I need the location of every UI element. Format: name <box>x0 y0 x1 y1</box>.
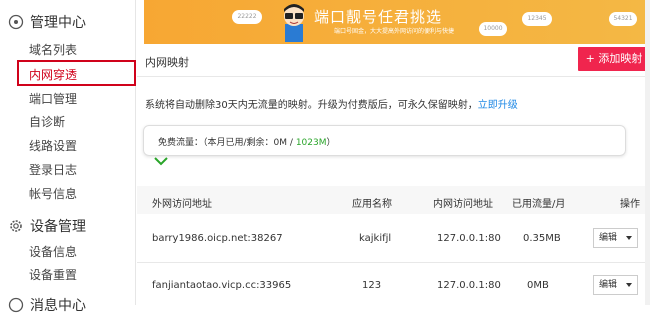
add-mapping-button[interactable]: + 添加映射 <box>578 47 650 71</box>
notice-message: 系统将自动删除30天内无流量的映射。升级为付费版后，可永久保留映射， <box>145 100 478 111</box>
section-title: 管理中心 <box>30 15 86 31</box>
upgrade-link[interactable]: 立即升级 <box>478 100 518 111</box>
scrollbar[interactable] <box>645 0 650 305</box>
divider <box>137 76 650 77</box>
banner-cloud: 12345 <box>522 12 552 26</box>
sidebar-item-account-info[interactable]: 帐号信息 <box>29 185 77 202</box>
section-title: 消息中心 <box>30 298 86 314</box>
cell-traffic: 0MB <box>527 280 549 291</box>
header-traffic: 已用流量/月 <box>512 199 566 210</box>
banner-cloud: 22222 <box>232 10 262 24</box>
main-content: 22222 12345 10000 54321 端口靓号任君挑选 端口号固金，大… <box>137 0 650 305</box>
home-icon <box>8 14 24 30</box>
flow-remaining: 1023M <box>295 138 327 148</box>
sidebar-item-self-diagnosis[interactable]: 自诊断 <box>29 113 65 130</box>
section-title: 设备管理 <box>30 219 86 235</box>
header-internal: 内网访问地址 <box>433 199 493 210</box>
sidebar-item-intranet[interactable]: 内网穿透 <box>29 66 77 83</box>
action-select[interactable]: 编辑 <box>593 228 638 248</box>
mascot-icon <box>284 4 304 42</box>
sidebar-item-port-management[interactable]: 端口管理 <box>29 90 77 107</box>
section-management[interactable]: 管理中心 <box>8 12 86 32</box>
cell-app: 123 <box>362 280 382 291</box>
sidebar-item-line-settings[interactable]: 线路设置 <box>29 137 77 154</box>
banner-subtitle: 端口号固金，大大提高外网访问的便利与快捷 <box>334 28 455 35</box>
sidebar: 管理中心 域名列表 内网穿透 端口管理 自诊断 线路设置 登录日志 帐号信息 设… <box>0 0 136 314</box>
header-external: 外网访问地址 <box>152 199 212 210</box>
action-select[interactable]: 编辑 <box>593 275 638 295</box>
sidebar-item-device-info[interactable]: 设备信息 <box>29 243 77 260</box>
action-select-value: 编辑 <box>599 233 618 243</box>
table-header: 外网访问地址 应用名称 内网访问地址 已用流量/月 操作 <box>137 186 650 214</box>
flow-end: ） <box>326 138 336 148</box>
banner-cloud: 10000 <box>479 22 507 36</box>
notice-text: 系统将自动删除30天内无流量的映射。升级为付费版后，可永久保留映射，立即升级 <box>145 96 518 111</box>
cell-external: fanjiantaotao.vicp.cc:33965 <box>152 280 292 291</box>
sidebar-item-device-reset[interactable]: 设备重置 <box>29 266 77 283</box>
dropdown-arrow-icon <box>626 236 632 240</box>
flow-separator: / <box>287 138 296 148</box>
flow-label: 免费流量：（本月已用/剩余： <box>158 138 274 148</box>
section-device[interactable]: 设备管理 <box>8 216 86 236</box>
sidebar-item-domain-list[interactable]: 域名列表 <box>29 41 77 58</box>
action-select-value: 编辑 <box>599 280 618 290</box>
gear-icon <box>10 220 22 232</box>
cell-app: kajkifjl <box>359 233 392 244</box>
promo-banner[interactable]: 22222 12345 10000 54321 端口靓号任君挑选 端口号固金，大… <box>144 0 647 44</box>
message-icon <box>8 297 24 313</box>
chevron-down-icon[interactable] <box>154 157 168 166</box>
banner-title: 端口靓号任君挑选 <box>314 8 443 26</box>
flow-text: 免费流量：（本月已用/剩余：0M / 1023M） <box>158 135 336 148</box>
section-message[interactable]: 消息中心 <box>8 295 86 315</box>
row-divider <box>137 262 650 263</box>
page-title: 内网映射 <box>145 56 189 69</box>
flow-box: 免费流量：（本月已用/剩余：0M / 1023M） <box>143 125 626 156</box>
sidebar-item-login-log[interactable]: 登录日志 <box>29 161 77 178</box>
header-app: 应用名称 <box>352 199 392 210</box>
flow-used: 0M <box>273 138 288 148</box>
cell-external: barry1986.oicp.net:38267 <box>152 233 283 244</box>
header-action: 操作 <box>620 199 640 210</box>
cell-internal: 127.0.0.1:80 <box>437 280 501 291</box>
banner-cloud: 54321 <box>609 12 637 26</box>
cell-internal: 127.0.0.1:80 <box>437 233 501 244</box>
cell-traffic: 0.35MB <box>523 233 561 244</box>
dropdown-arrow-icon <box>626 283 632 287</box>
